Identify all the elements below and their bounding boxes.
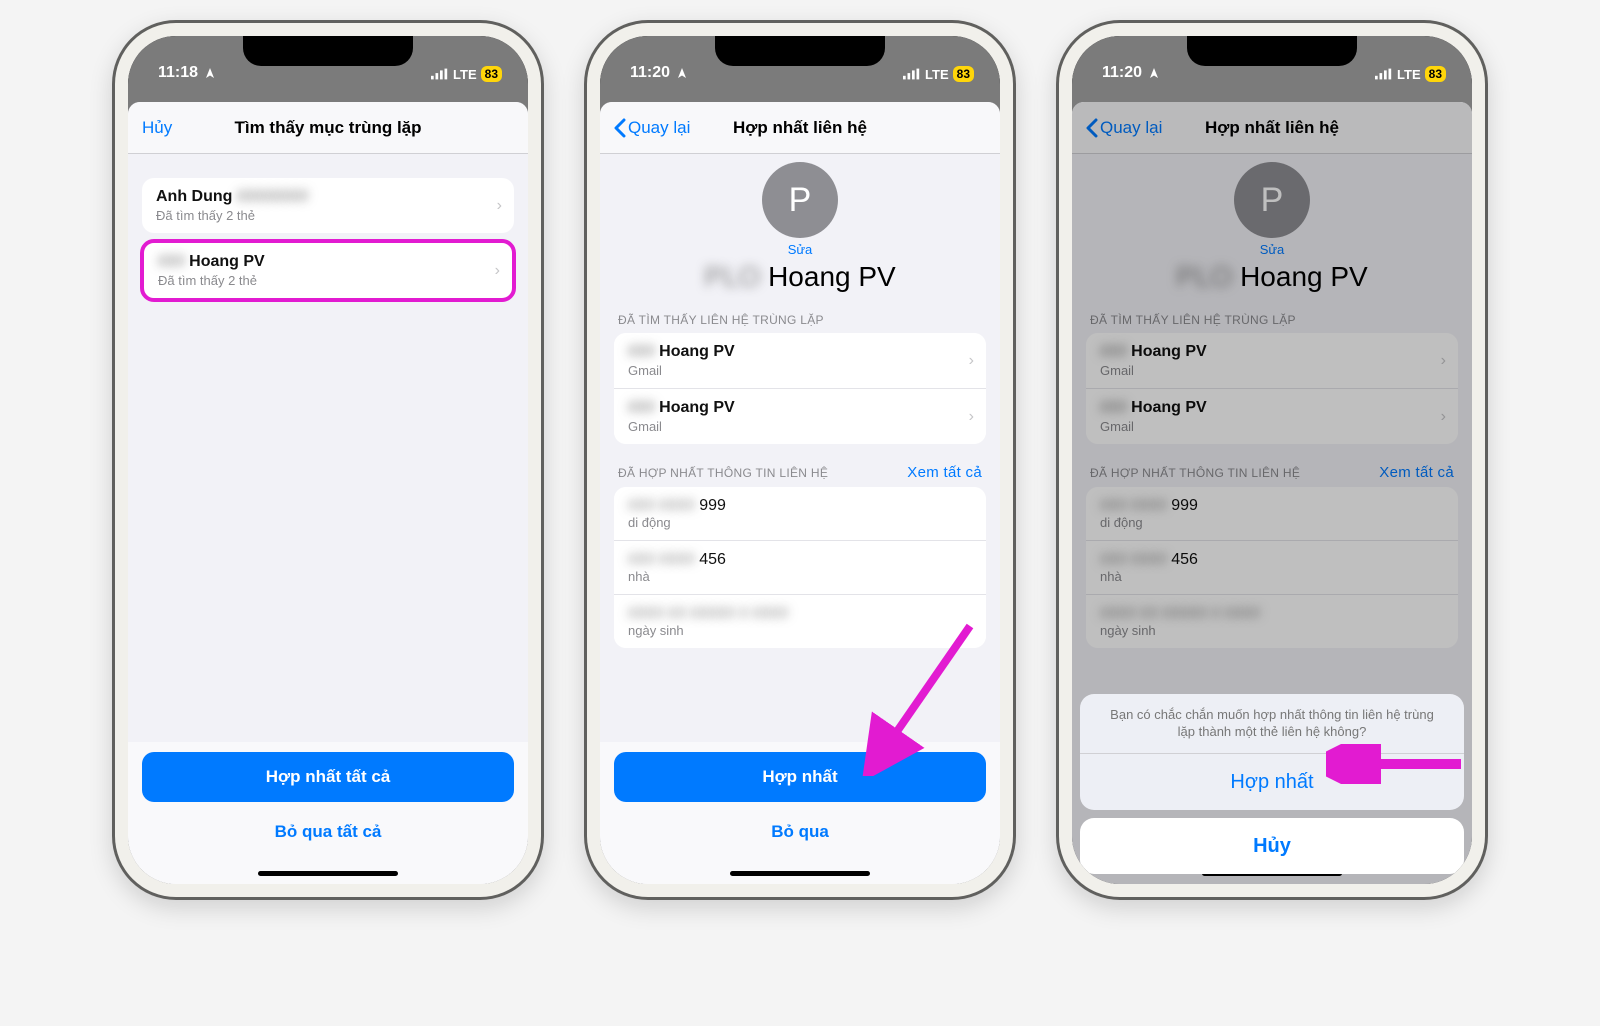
phone-3: 11:20 LTE 83 Quay lại Hợp nhất liên hệ P	[1056, 20, 1488, 900]
duplicate-contact-row[interactable]: ### Hoang PV Gmail ›	[614, 333, 986, 389]
signal-icon	[1375, 68, 1393, 80]
see-all-link[interactable]: Xem tất cả	[907, 464, 982, 481]
skip-all-button[interactable]: Bỏ qua tất cả	[142, 810, 514, 854]
navbar: Quay lại Hợp nhất liên hệ	[1072, 102, 1472, 154]
merge-button[interactable]: Hợp nhất	[614, 752, 986, 802]
location-icon	[204, 67, 216, 79]
edit-avatar-link[interactable]: Sửa	[788, 242, 813, 257]
section-duplicates-label: ĐÃ TÌM THẤY LIÊN HỆ TRÙNG LẶP	[618, 313, 982, 327]
signal-icon	[431, 68, 449, 80]
network-label: LTE	[925, 67, 949, 82]
notch	[1187, 36, 1357, 66]
contact-name: PLO Hoang PV	[1176, 261, 1367, 293]
battery-badge: 83	[953, 66, 974, 82]
phone-home-row[interactable]: ### #### 456 nhà	[614, 541, 986, 595]
section-duplicates-label: ĐÃ TÌM THẤY LIÊN HỆ TRÙNG LẶP	[1090, 313, 1454, 327]
chevron-left-icon	[614, 118, 626, 138]
status-time: 11:20	[630, 64, 670, 82]
chevron-right-icon: ›	[1441, 352, 1446, 370]
notch	[715, 36, 885, 66]
phone-mobile-row[interactable]: ### #### 999 di động	[614, 487, 986, 541]
duplicate-contact-row: ### Hoang PV Gmail ›	[1086, 333, 1458, 389]
chevron-right-icon: ›	[969, 352, 974, 370]
section-merged-label: ĐÃ HỢP NHẤT THÔNG TIN LIÊN HỆ Xem tất cả	[618, 464, 982, 481]
nav-title: Hợp nhất liên hệ	[733, 118, 867, 138]
network-label: LTE	[453, 67, 477, 82]
chevron-right-icon: ›	[497, 197, 502, 215]
action-sheet: Bạn có chắc chắn muốn hợp nhất thông tin…	[1080, 694, 1464, 874]
action-sheet-message: Bạn có chắc chắn muốn hợp nhất thông tin…	[1080, 694, 1464, 754]
phone-mobile-row: ### #### 999 di động	[1086, 487, 1458, 541]
phone-home-row: ### #### 456 nhà	[1086, 541, 1458, 595]
battery-badge: 83	[481, 66, 502, 82]
duplicate-item-highlighted[interactable]: ### Hoang PV Đã tìm thấy 2 thẻ ›	[140, 239, 516, 302]
avatar[interactable]: P	[762, 162, 838, 238]
avatar: P	[1234, 162, 1310, 238]
phone-2: 11:20 LTE 83 Quay lại Hợp nhất liên hệ P	[584, 20, 1016, 900]
navbar: Hủy Tìm thấy mục trùng lặp	[128, 102, 528, 154]
footer: Hợp nhất Bỏ qua	[600, 742, 1000, 884]
action-sheet-confirm-button[interactable]: Hợp nhất	[1080, 754, 1464, 810]
signal-icon	[903, 68, 921, 80]
contact-name: PLO Hoang PV	[704, 261, 895, 293]
birthday-row: #### ## ##### # #### ngày sinh	[1086, 595, 1458, 648]
chevron-left-icon	[1086, 118, 1098, 138]
location-icon	[676, 67, 688, 79]
home-indicator[interactable]	[258, 871, 398, 876]
status-time: 11:20	[1102, 64, 1142, 82]
section-merged-label: ĐÃ HỢP NHẤT THÔNG TIN LIÊN HỆ Xem tất cả	[1090, 464, 1454, 481]
edit-avatar-link: Sửa	[1260, 242, 1285, 257]
navbar: Quay lại Hợp nhất liên hệ	[600, 102, 1000, 154]
duplicate-contact-row[interactable]: ### Hoang PV Gmail ›	[614, 389, 986, 444]
back-button[interactable]: Quay lại	[1086, 102, 1162, 153]
location-icon	[1148, 67, 1160, 79]
nav-title: Hợp nhất liên hệ	[1205, 118, 1339, 138]
home-indicator[interactable]	[730, 871, 870, 876]
duplicate-contact-row: ### Hoang PV Gmail ›	[1086, 389, 1458, 444]
back-button[interactable]: Quay lại	[614, 102, 690, 153]
chevron-right-icon: ›	[969, 408, 974, 426]
action-sheet-cancel-button[interactable]: Hủy	[1080, 818, 1464, 874]
birthday-row[interactable]: #### ## ##### # #### ngày sinh	[614, 595, 986, 648]
footer: Hợp nhất tất cả Bỏ qua tất cả	[128, 742, 528, 884]
duplicates-list: Anh Dung ######## Đã tìm thấy 2 thẻ ›	[142, 178, 514, 233]
cancel-button[interactable]: Hủy	[142, 102, 172, 153]
battery-badge: 83	[1425, 66, 1446, 82]
status-time: 11:18	[158, 64, 198, 82]
see-all-link: Xem tất cả	[1379, 464, 1454, 481]
chevron-right-icon: ›	[1441, 408, 1446, 426]
network-label: LTE	[1397, 67, 1421, 82]
chevron-right-icon: ›	[495, 262, 500, 280]
skip-button[interactable]: Bỏ qua	[614, 810, 986, 854]
merge-all-button[interactable]: Hợp nhất tất cả	[142, 752, 514, 802]
phone-1: 11:18 LTE 83 Hủy Tìm thấy mục trùng lặp …	[112, 20, 544, 900]
notch	[243, 36, 413, 66]
nav-title: Tìm thấy mục trùng lặp	[234, 118, 421, 138]
duplicate-item[interactable]: Anh Dung ######## Đã tìm thấy 2 thẻ ›	[142, 178, 514, 233]
